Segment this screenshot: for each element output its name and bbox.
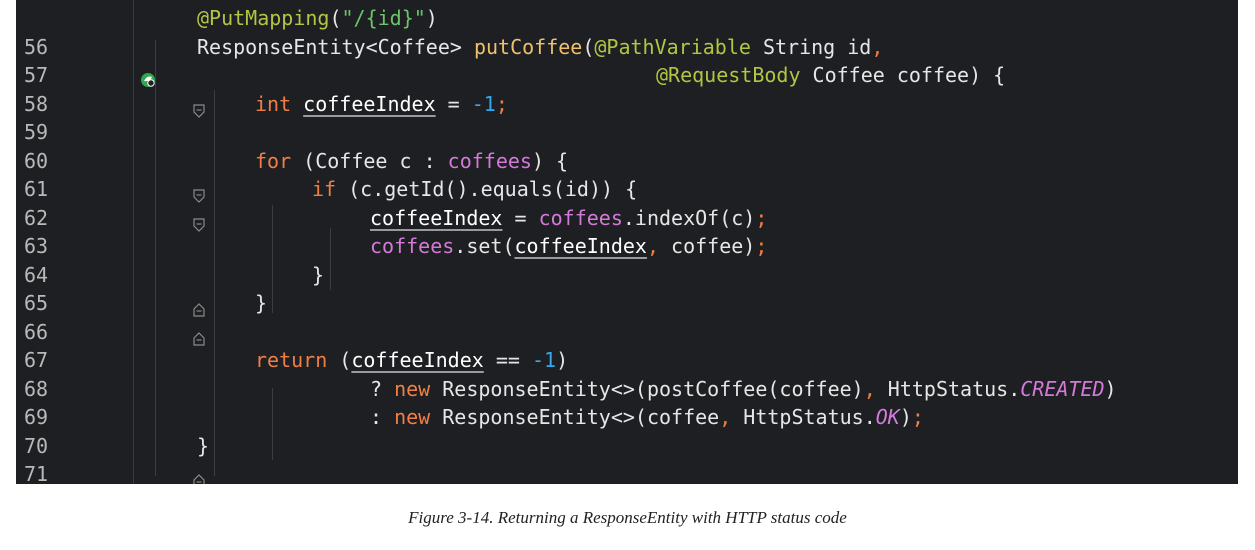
code-line: 58 @RequestBody Coffee coffee) {: [16, 61, 1238, 118]
line-content: ResponseEntity<Coffee> putCoffee(@PathVa…: [197, 34, 884, 59]
fold-close-icon[interactable]: [121, 268, 205, 317]
code-line: 57 ResponseEntity<Coffee> putCoffee(@Pat…: [16, 33, 1238, 87]
line-content: return (coffeeIndex == -1): [255, 348, 569, 372]
line-content: : new ResponseEntity<>(coffee, HttpStatu…: [370, 405, 924, 429]
code-line: 68 return (coffeeIndex == -1): [16, 346, 1238, 401]
line-content: @RequestBody Coffee coffee) {: [656, 63, 1006, 87]
line-content: }: [312, 262, 325, 287]
code-line: 65 }: [16, 261, 1238, 317]
code-line: 59 int coffeeIndex = -1;: [16, 90, 1238, 145]
code-line: 56 @PutMapping("/{id}"): [16, 4, 1238, 59]
code-line: 64 coffees.set(coffeeIndex, coffee);: [16, 232, 1238, 287]
fold-close-icon[interactable]: [121, 296, 205, 346]
code-line: 62 if (c.getId().equals(id)) {: [16, 175, 1238, 232]
fold-open-icon[interactable]: [121, 68, 205, 118]
code-line: 67: [16, 318, 1238, 372]
fold-close-icon[interactable]: [121, 439, 205, 484]
line-number: 71: [24, 462, 49, 484]
line-content: int coffeeIndex = -1;: [255, 91, 508, 116]
line-content: @PutMapping("/{id}"): [197, 6, 438, 30]
line-content: }: [197, 433, 210, 458]
line-content: for (Coffee c : coffees) {: [255, 148, 569, 173]
code-line: 66 }: [16, 289, 1238, 346]
code-line: 63 coffeeIndex = coffees.indexOf(c);: [16, 204, 1238, 259]
line-content: coffeeIndex = coffees.indexOf(c);: [370, 205, 768, 230]
code-line: 60: [16, 118, 1238, 173]
line-content: if (c.getId().equals(id)) {: [312, 177, 638, 201]
figure-caption: Figure 3-14. Returning a ResponseEntity …: [408, 508, 847, 527]
fold-open-icon[interactable]: [121, 154, 205, 203]
line-content: }: [255, 291, 268, 315]
code-editor: 56 @PutMapping("/{id}") 57 ResponseEntit…: [16, 0, 1238, 484]
line-content: ? new ResponseEntity<>(postCoffee(coffee…: [370, 376, 1117, 401]
bean-mapping-icon[interactable]: [68, 39, 156, 87]
code-line: 71 }: [16, 432, 1238, 484]
code-line: 61 for (Coffee c : coffees) {: [16, 147, 1238, 203]
fold-open-icon[interactable]: [121, 182, 205, 232]
line-content: coffees.set(coffeeIndex, coffee);: [370, 234, 768, 258]
code-line: 70 : new ResponseEntity<>(coffee, HttpSt…: [16, 403, 1238, 458]
code-line: 69 ? new ResponseEntity<>(postCoffee(cof…: [16, 375, 1238, 430]
